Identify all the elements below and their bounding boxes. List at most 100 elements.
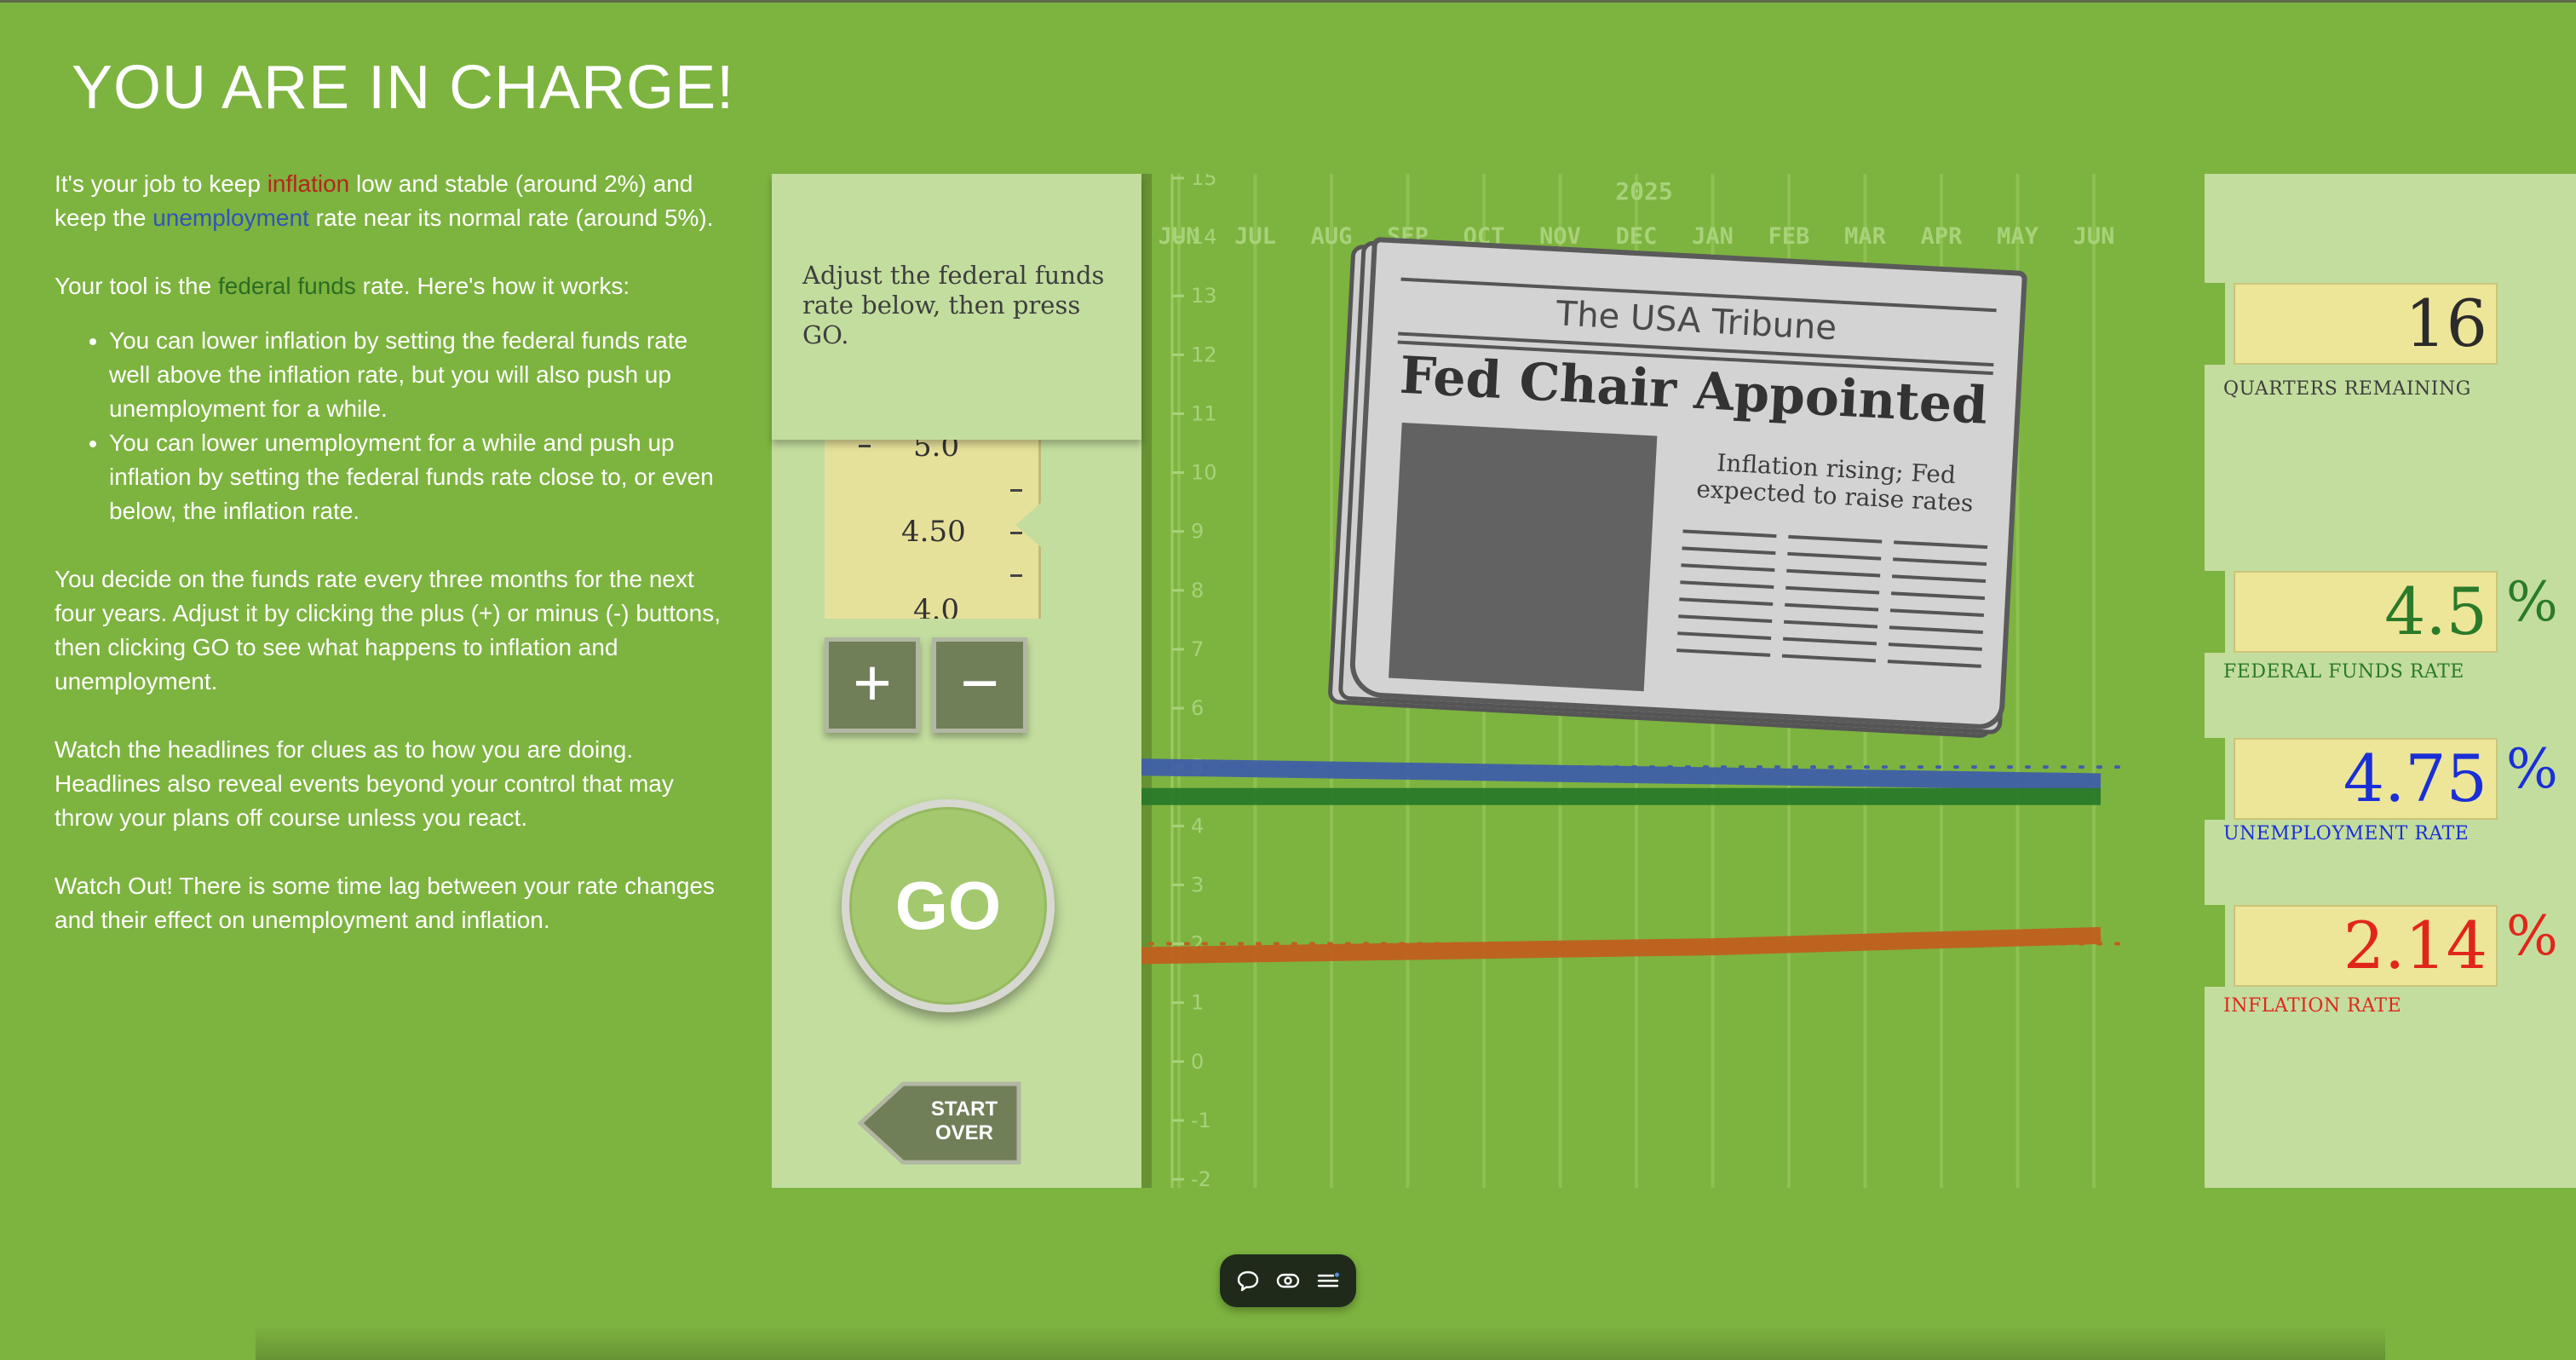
eye-icon[interactable] <box>1275 1268 1301 1294</box>
intro-text: rate near its normal rate (around 5%). <box>308 205 714 231</box>
y-tick-label: 9 <box>1191 520 1204 544</box>
funds-rate-dial[interactable]: 5.0 4.50 4.0 <box>825 440 1041 619</box>
y-tick-label: 6 <box>1191 696 1204 720</box>
y-tick-label: -1 <box>1191 1109 1211 1132</box>
newspaper-text-line <box>1682 546 1776 556</box>
unemployment-rate-label: UNEMPLOYMENT RATE <box>2223 823 2470 844</box>
minus-button[interactable]: − <box>932 637 1027 733</box>
newspaper-front-page: The USA Tribune Fed Chair Appointed Infl… <box>1348 236 2028 731</box>
intro-paragraph-5: Watch Out! There is some time lag betwee… <box>55 873 716 933</box>
menu-icon[interactable] <box>1315 1268 1341 1294</box>
bottom-shadow <box>256 1326 2385 1360</box>
newspaper-headline: The USA Tribune Fed Chair Appointed Infl… <box>1314 235 2028 747</box>
newspaper-text-line <box>1787 551 1882 561</box>
newspaper-text-line <box>1681 563 1775 573</box>
intro-paragraph-4: Watch the headlines for clues as to how … <box>55 736 674 831</box>
y-tick-label: 1 <box>1191 991 1204 1015</box>
newspaper-text-line <box>1894 540 1988 550</box>
start-over-button[interactable]: START OVER <box>855 1081 1022 1166</box>
y-tick-label: -2 <box>1191 1167 1211 1188</box>
federal-funds-rate-box: 4.5 <box>2234 571 2498 653</box>
dial-value-current: 4.50 <box>901 515 966 549</box>
unemployment-rate-box: 4.75 <box>2234 738 2498 820</box>
month-label: JUN <box>2073 223 2115 250</box>
control-panel: Adjust the federal funds rate below, the… <box>772 174 1141 1188</box>
intro-text: It's your job to keep <box>55 170 267 197</box>
instruction-card: Adjust the federal funds rate below, the… <box>772 174 1141 440</box>
floating-toolbar <box>1220 1254 1356 1307</box>
newspaper-text-line <box>1788 534 1883 544</box>
newspaper-text-line <box>1889 608 1984 617</box>
unemployment-rate-value: 4.75 <box>2343 741 2487 816</box>
newspaper-text-line <box>1677 631 1772 640</box>
month-label: FEB <box>1768 223 1810 250</box>
newspaper-text-line <box>1892 574 1987 584</box>
unemployment-rate-percent: % <box>2506 738 2558 801</box>
top-border <box>0 0 2576 3</box>
readout-notch <box>2205 738 2225 820</box>
newspaper-text-line <box>1785 602 1879 612</box>
dial-tick <box>1010 574 1022 577</box>
readout-notch <box>2205 283 2225 365</box>
month-label: JUL <box>1234 223 1276 250</box>
inflation-rate-percent: % <box>2506 905 2558 968</box>
readout-notch <box>2205 571 2225 653</box>
readout-notch <box>2205 905 2225 987</box>
intro-paragraph-3: You decide on the funds rate every three… <box>55 566 721 694</box>
y-tick-label: 4 <box>1191 814 1204 838</box>
list-item: You can lower inflation by setting the f… <box>109 324 727 426</box>
newspaper-text-line <box>1680 580 1774 590</box>
list-item: You can lower unemployment for a while a… <box>109 426 727 528</box>
quarters-remaining-box: 16 <box>2234 283 2498 365</box>
go-button[interactable]: GO <box>842 799 1055 1012</box>
month-label: JAN <box>1692 223 1734 250</box>
federal-funds-rate-percent: % <box>2506 571 2558 634</box>
y-tick-label: 3 <box>1191 873 1204 896</box>
inflation-rate-label: INFLATION RATE <box>2223 995 2402 1017</box>
plus-button[interactable]: + <box>825 637 920 733</box>
inflation-rate-box: 2.14 <box>2234 905 2498 987</box>
newspaper-subheadline: Inflation rising; Fed expected to raise … <box>1695 448 1975 518</box>
quarters-remaining-value: 16 <box>2405 285 2487 361</box>
y-tick-label: 8 <box>1191 579 1204 602</box>
y-tick-label: 10 <box>1191 461 1217 485</box>
y-tick-label: 11 <box>1191 401 1217 425</box>
y-tick-label: 0 <box>1191 1050 1204 1074</box>
month-label: DEC <box>1616 223 1658 250</box>
newspaper-text-line <box>1783 637 1877 646</box>
dial-tick <box>1010 489 1022 492</box>
panel-shadow <box>1141 174 1152 1188</box>
keyword-unemployment: unemployment <box>152 205 309 231</box>
newspaper-text-line <box>1893 557 1987 567</box>
keyword-inflation: inflation <box>267 170 350 197</box>
newspaper-text-line <box>1784 619 1878 629</box>
newspaper-text-line <box>1889 625 1983 634</box>
page-title: YOU ARE IN CHARGE! <box>72 54 735 122</box>
newspaper-text-line <box>1888 643 1982 651</box>
month-label: MAY <box>1997 223 2039 250</box>
newspaper-text-line <box>1676 648 1771 657</box>
federal-funds-rate-label: FEDERAL FUNDS RATE <box>2223 661 2464 683</box>
y-tick-label: 12 <box>1191 343 1217 366</box>
newspaper-text-line <box>1679 597 1774 606</box>
quarters-remaining-label: QUARTERS REMAINING <box>2223 378 2471 400</box>
newspaper-text-line <box>1890 591 1986 601</box>
month-label: MAR <box>1844 223 1887 250</box>
newspaper-text-line <box>1682 529 1777 539</box>
year-label: 2025 <box>1615 177 1672 205</box>
chat-icon[interactable] <box>1235 1268 1261 1294</box>
month-label: JUN <box>1159 223 1200 250</box>
intro-paragraph-2: Your tool is the federal funds rate. Her… <box>55 269 727 303</box>
y-tick-label: 15 <box>1191 174 1217 190</box>
start-over-label: START OVER <box>930 1098 998 1144</box>
newspaper-photo <box>1389 422 1658 692</box>
dial-value: 4.0 <box>913 593 960 619</box>
newspaper-text-line <box>1786 568 1881 578</box>
federal-funds-rate-value: 4.5 <box>2384 573 2487 649</box>
keyword-federal-funds: federal funds <box>217 273 356 299</box>
month-label: APR <box>1921 223 1964 250</box>
dial-tick <box>859 445 871 447</box>
newspaper-text-line <box>1678 614 1773 623</box>
inflation-rate-value: 2.14 <box>2343 908 2487 983</box>
instructions-text: It's your job to keep inflation low and … <box>55 167 727 971</box>
